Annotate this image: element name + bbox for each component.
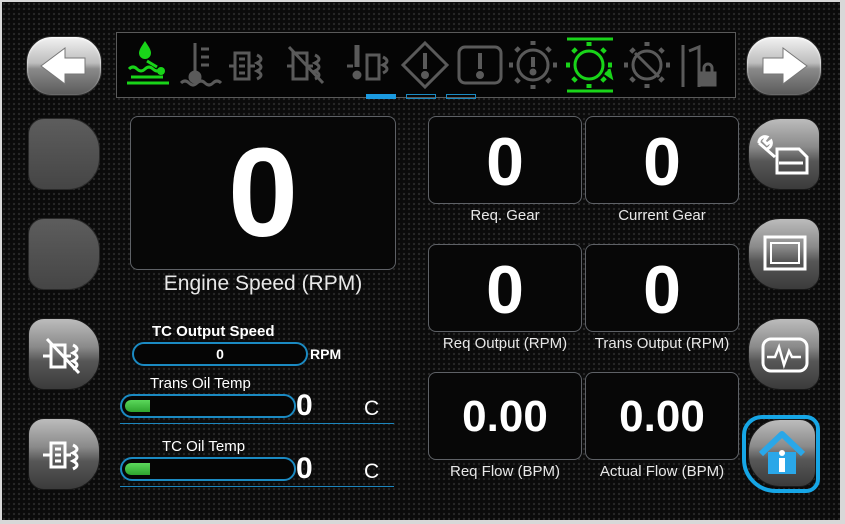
- door-lock-icon[interactable]: [681, 44, 717, 87]
- current-gear-value: 0: [643, 124, 681, 200]
- filter-disabled-button[interactable]: [28, 318, 100, 390]
- tc-output-speed-value: 0: [216, 346, 224, 362]
- status-icon-bar: [116, 32, 736, 98]
- diagnostics-button[interactable]: [748, 318, 820, 390]
- req-gear-panel: 0: [428, 116, 582, 204]
- trans-oil-temp-bar: [120, 394, 296, 418]
- engine-alert-icon[interactable]: [457, 45, 503, 85]
- actual-flow-label: Actual Flow (BPM): [599, 463, 725, 480]
- tc-output-speed-label: TC Output Speed: [152, 323, 275, 340]
- gear-warning-icon[interactable]: [509, 41, 557, 89]
- page-dot-2[interactable]: [406, 94, 436, 99]
- engine-speed-label: Engine Speed (RPM): [163, 272, 363, 295]
- req-flow-panel: 0.00: [428, 372, 582, 460]
- tc-output-speed-field: 0: [132, 342, 308, 366]
- engine-speed-value: 0: [227, 122, 299, 263]
- req-output-label: Req Output (RPM): [442, 335, 568, 352]
- actual-flow-value: 0.00: [619, 392, 705, 441]
- engine-filter-icon: [43, 441, 79, 471]
- trans-output-panel: 0: [585, 244, 739, 332]
- req-output-panel: 0: [428, 244, 582, 332]
- tc-output-speed-unit: RPM: [310, 346, 342, 362]
- engine-warning-icon[interactable]: [347, 45, 389, 81]
- req-output-value: 0: [486, 252, 524, 328]
- engine-speed-panel: 0: [130, 116, 396, 270]
- waveform-icon: [761, 337, 809, 373]
- tc-oil-temp-bar: [120, 457, 296, 481]
- home-icon: [758, 431, 806, 474]
- trans-output-value: 0: [643, 252, 681, 328]
- trans-oil-temp-label: Trans Oil Temp: [150, 375, 251, 392]
- screen: 0 Engine Speed (RPM) TC Output Speed 0 R…: [2, 2, 840, 520]
- arrow-right-icon: [762, 47, 808, 85]
- current-gear-panel: 0: [585, 116, 739, 204]
- arrow-left-icon: [40, 47, 86, 85]
- trans-oil-temp-fill: [125, 400, 150, 412]
- back-button[interactable]: [26, 36, 102, 96]
- home-button[interactable]: [748, 419, 816, 487]
- transmission-gear-icon[interactable]: [566, 37, 614, 93]
- page-dot-1[interactable]: [366, 94, 396, 99]
- engine-filter-disabled-icon: [43, 337, 81, 375]
- req-gear-label: Req. Gear: [470, 207, 540, 224]
- trans-oil-temp-unit: C: [364, 397, 380, 420]
- display-button[interactable]: [748, 218, 820, 290]
- trans-output-label: Trans Output (RPM): [594, 335, 730, 352]
- current-gear-label: Current Gear: [618, 207, 706, 224]
- page-dot-3[interactable]: [446, 94, 476, 99]
- coolant-level-icon[interactable]: [127, 41, 169, 85]
- wrench-engine-icon: [757, 135, 809, 175]
- separator-line: [120, 423, 394, 424]
- tc-oil-temp-fill: [125, 463, 150, 475]
- monitor-icon: [763, 235, 807, 271]
- tc-oil-temp-value: 0: [296, 452, 313, 485]
- engine-service-button[interactable]: [748, 118, 820, 190]
- separator-line: [120, 486, 394, 487]
- trans-oil-temp-value: 0: [296, 389, 313, 422]
- tc-oil-temp-label: TC Oil Temp: [162, 438, 246, 455]
- coolant-temp-icon[interactable]: [179, 43, 223, 87]
- diamond-warning-icon[interactable]: [400, 40, 450, 90]
- req-flow-label: Req Flow (BPM): [449, 463, 561, 480]
- forward-button[interactable]: [746, 36, 822, 96]
- left-blank-button-2[interactable]: [28, 218, 100, 290]
- tc-oil-temp-unit: C: [364, 460, 380, 483]
- engine-filter-disabled-icon[interactable]: [287, 45, 325, 85]
- engine-filter-icon[interactable]: [229, 51, 263, 81]
- gear-disabled-icon[interactable]: [624, 42, 670, 88]
- actual-flow-panel: 0.00: [585, 372, 739, 460]
- req-flow-value: 0.00: [462, 392, 548, 441]
- filter-button[interactable]: [28, 418, 100, 490]
- left-blank-button-1[interactable]: [28, 118, 100, 190]
- req-gear-value: 0: [486, 124, 524, 200]
